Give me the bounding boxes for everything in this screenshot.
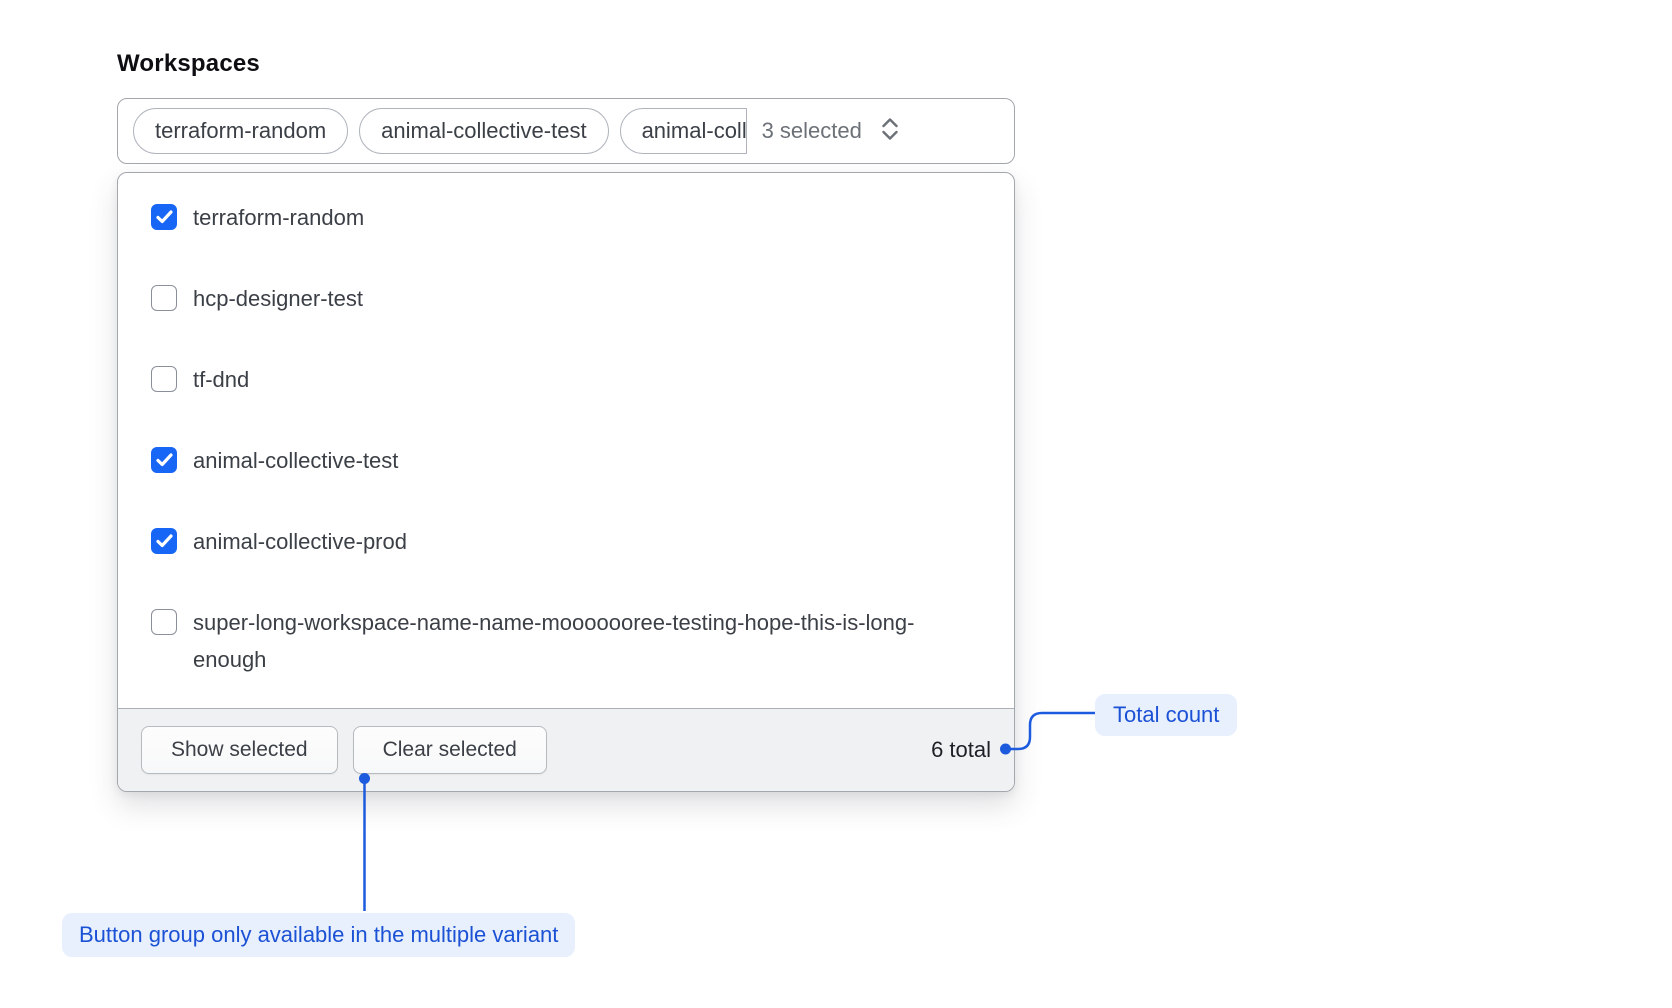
listbox-option[interactable]: animal-collective-test: [118, 420, 1014, 501]
option-label: animal-collective-test: [193, 442, 398, 479]
options-list: terraform-random hcp-designer-test tf-dn…: [118, 173, 1014, 708]
button-group-connector-line: [358, 772, 372, 913]
chevron-up-down-icon: [879, 116, 901, 147]
option-label: super-long-workspace-name-name-moooooore…: [193, 604, 981, 678]
listbox-option[interactable]: hcp-designer-test: [118, 258, 1014, 339]
selected-count-text: 3 selected: [762, 118, 862, 144]
page: Workspaces terraform-random animal-colle…: [0, 0, 1672, 1008]
selection-pill: animal-collective-prod: [620, 108, 747, 154]
listbox-option[interactable]: terraform-random: [118, 177, 1014, 258]
option-label: hcp-designer-test: [193, 280, 363, 317]
total-count-text: 6 total: [931, 737, 991, 763]
multiselect-trigger[interactable]: terraform-random animal-collective-test …: [117, 98, 1015, 164]
checkbox[interactable]: [151, 447, 177, 473]
selection-pill-truncated: animal-collective-prod: [620, 108, 747, 154]
total-count-connector-line: [1000, 690, 1100, 762]
field-label: Workspaces: [117, 50, 260, 78]
listbox-panel: terraform-random hcp-designer-test tf-dn…: [117, 172, 1015, 792]
checkbox[interactable]: [151, 609, 177, 635]
selection-pill: animal-collective-test: [359, 108, 608, 154]
clear-selected-button[interactable]: Clear selected: [353, 726, 547, 774]
selection-pill-label: terraform-random: [155, 118, 326, 144]
selection-pill: terraform-random: [133, 108, 348, 154]
selection-pill-label: animal-collective-prod: [642, 118, 747, 144]
checkbox[interactable]: [151, 528, 177, 554]
option-label: tf-dnd: [193, 361, 249, 398]
listbox-footer: Show selected Clear selected 6 total: [118, 708, 1014, 791]
listbox-option[interactable]: super-long-workspace-name-name-moooooore…: [118, 582, 1014, 700]
checkbox[interactable]: [151, 366, 177, 392]
option-label: terraform-random: [193, 199, 364, 236]
total-count-annotation: Total count: [1095, 694, 1237, 736]
checkbox[interactable]: [151, 204, 177, 230]
show-selected-button[interactable]: Show selected: [141, 726, 338, 774]
listbox-option[interactable]: tf-dnd: [118, 339, 1014, 420]
selection-pill-label: animal-collective-test: [381, 118, 586, 144]
button-group-annotation: Button group only available in the multi…: [62, 913, 575, 957]
checkbox[interactable]: [151, 285, 177, 311]
listbox-option[interactable]: animal-collective-prod: [118, 501, 1014, 582]
option-label: animal-collective-prod: [193, 523, 407, 560]
